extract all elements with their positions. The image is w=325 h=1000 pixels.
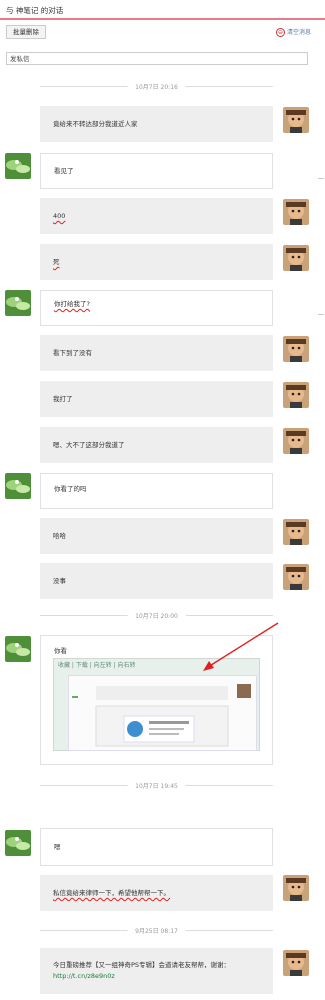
message-text: 你看 <box>54 647 67 655</box>
message-link[interactable]: http://t.cn/z8e9n0z <box>53 972 115 980</box>
message-text: 死 <box>53 258 60 266</box>
clear-messages-link[interactable]: ⊖ 清空消息 <box>275 27 311 37</box>
message-text: 今日重磅推荐【又一组神奇PS专辑】会道请老友帮帮，谢谢： <box>53 961 231 969</box>
message-bubble: 你打给我了? <box>40 290 273 326</box>
time-divider: 9月25日 08:17 <box>40 926 273 935</box>
message-text: 嗯、大不了这部分我道了 <box>53 441 125 449</box>
time-divider-label: 9月25日 08:17 <box>127 926 186 935</box>
conversation-header: 与 神笔记 的对话 <box>0 0 325 20</box>
contact-avatar[interactable] <box>5 636 31 662</box>
message-text: 400 <box>53 212 66 220</box>
message-bubble: 嗯、大不了这部分我道了 <box>40 427 273 463</box>
time-divider-label: 10月7日 20:16 <box>127 82 186 91</box>
my-avatar[interactable] <box>283 382 309 408</box>
screenshot-preview <box>68 675 257 751</box>
my-avatar[interactable] <box>283 519 309 545</box>
my-avatar[interactable] <box>283 564 309 590</box>
batch-delete-button[interactable]: 批量删除 <box>6 25 46 39</box>
message-text: 看下到了没有 <box>53 349 92 357</box>
message-text: 你看了的吗 <box>54 485 87 493</box>
contact-avatar[interactable] <box>5 473 31 499</box>
message-bubble: 死 <box>40 244 273 280</box>
time-divider: 10月7日 20:00 <box>40 611 273 620</box>
message-text: 私信竟给来律师一下，希望他帮帮一下。 <box>53 889 170 897</box>
message-text: 看见了 <box>54 167 74 175</box>
time-divider: 10月7日 20:16 <box>40 82 273 91</box>
clear-messages-label: 清空消息 <box>286 29 311 36</box>
my-avatar[interactable] <box>283 245 309 271</box>
contact-avatar[interactable] <box>5 153 31 179</box>
message-bubble: 看见了 <box>40 153 273 189</box>
message-bubble: 哈哈 <box>40 518 273 554</box>
message-bubble: 今日重磅推荐【又一组神奇PS专辑】会道请老友帮帮，谢谢： http://t.cn/… <box>40 948 273 994</box>
message-text: 我打了 <box>53 395 73 403</box>
message-bubble: 400 <box>40 198 273 234</box>
message-bubble: 我打了 <box>40 381 273 417</box>
message-bubble: 看下到了没有 <box>40 335 273 371</box>
annotation-arrow <box>203 622 279 671</box>
time-divider-label: 10月7日 20:00 <box>127 611 186 620</box>
my-avatar[interactable] <box>283 428 309 454</box>
clear-icon: ⊖ <box>275 28 285 37</box>
message-bubble: 没事 <box>40 563 273 599</box>
scroll-marker <box>318 178 324 179</box>
message-bubble: 你看了的吗 <box>40 473 273 509</box>
message-text: 你打给我了? <box>54 300 90 308</box>
compose-input[interactable]: 发私信 <box>6 52 308 65</box>
message-bubble: 竟给来不转达部分我道近人家 <box>40 106 273 142</box>
my-avatar[interactable] <box>283 199 309 225</box>
my-avatar[interactable] <box>283 107 309 133</box>
scroll-marker <box>318 314 324 315</box>
contact-avatar[interactable] <box>5 290 31 316</box>
time-divider: 10月7日 19:45 <box>40 781 273 790</box>
message-bubble: 嗯 <box>40 828 273 866</box>
message-bubble: 私信竟给来律师一下，希望他帮帮一下。 <box>40 875 273 911</box>
my-avatar[interactable] <box>283 875 309 901</box>
message-text: 没事 <box>53 577 66 585</box>
conversation-title: 与 神笔记 的对话 <box>6 6 64 15</box>
message-text: 哈哈 <box>53 532 66 540</box>
my-avatar[interactable] <box>283 950 309 976</box>
my-avatar[interactable] <box>283 336 309 362</box>
time-divider-label: 10月7日 19:45 <box>127 781 186 790</box>
message-text: 竟给来不转达部分我道近人家 <box>53 120 138 128</box>
message-text: 嗯 <box>54 843 61 851</box>
contact-avatar[interactable] <box>5 830 31 856</box>
